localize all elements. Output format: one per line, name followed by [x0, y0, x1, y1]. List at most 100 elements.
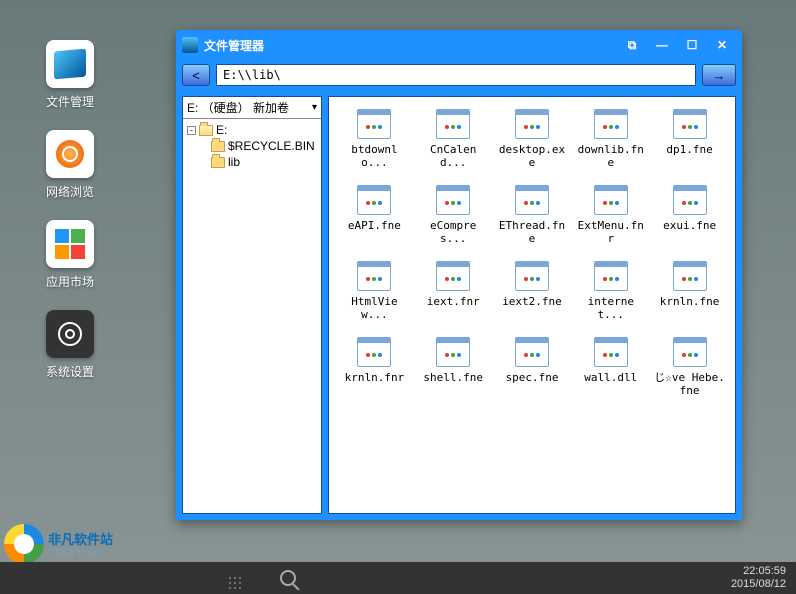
watermark-title: 非凡软件站 [48, 529, 113, 548]
taskbar: 22:05:59 2015/08/12 [0, 562, 796, 594]
tree-node-label: $RECYCLE.BIN [228, 139, 315, 153]
folder-tree-panel: E: （硬盘） 新加卷 ▾ - E: $RECYCLE.BIN lib [182, 96, 322, 514]
dock-item-system-settings[interactable]: 系统设置 [46, 310, 94, 380]
minimize-button[interactable]: — [648, 36, 676, 54]
file-item[interactable]: internet... [573, 261, 648, 331]
folder-tree: - E: $RECYCLE.BIN lib [183, 119, 321, 173]
file-item[interactable]: krnln.fne [652, 261, 727, 331]
file-name-label: shell.fne [423, 371, 483, 384]
file-item[interactable]: btdownlo... [337, 109, 412, 179]
file-icon [594, 109, 628, 139]
browser-icon [56, 140, 84, 168]
file-icon [673, 337, 707, 367]
file-name-label: desktop.exe [496, 143, 568, 169]
file-item[interactable]: exui.fne [652, 185, 727, 255]
file-name-label: btdownlo... [338, 143, 410, 169]
drive-select-label: E: （硬盘） 新加卷 [187, 99, 289, 116]
restore-down-button[interactable]: ⧉ [618, 36, 646, 54]
back-button[interactable]: < [182, 64, 210, 86]
search-icon[interactable] [280, 570, 296, 586]
file-name-label: spec.fne [506, 371, 559, 384]
file-name-label: dp1.fne [666, 143, 712, 156]
go-button[interactable]: → [702, 64, 736, 86]
file-icon [436, 337, 470, 367]
file-item[interactable]: iext2.fne [495, 261, 570, 331]
dock-item-app-market[interactable]: 应用市场 [46, 220, 94, 290]
file-item[interactable]: CnCalend... [416, 109, 491, 179]
file-item[interactable]: eCompres... [416, 185, 491, 255]
folder-icon [211, 157, 225, 168]
file-item[interactable]: ExtMenu.fnr [573, 185, 648, 255]
tree-node-label: lib [228, 155, 240, 169]
dock-label: 网络浏览 [46, 183, 94, 200]
file-name-label: ExtMenu.fnr [575, 219, 647, 245]
file-icon [357, 185, 391, 215]
app-icon [182, 37, 198, 53]
file-icon [515, 337, 549, 367]
clock-date: 2015/08/12 [731, 578, 786, 591]
desktop-dock: 文件管理 网络浏览 应用市场 系统设置 [46, 40, 94, 380]
file-icon [436, 185, 470, 215]
file-icon [515, 261, 549, 291]
tree-root-node[interactable]: - E: [187, 122, 317, 138]
file-icon [436, 261, 470, 291]
taskbar-handle[interactable] [220, 577, 250, 579]
file-icon [357, 109, 391, 139]
file-item[interactable]: dp1.fne [652, 109, 727, 179]
file-item[interactable]: downlib.fne [573, 109, 648, 179]
file-name-label: krnln.fnr [345, 371, 405, 384]
file-item[interactable]: wall.dll [573, 337, 648, 407]
close-button[interactable]: ✕ [708, 36, 736, 54]
file-icon [436, 109, 470, 139]
file-item[interactable]: shell.fne [416, 337, 491, 407]
file-icon [594, 337, 628, 367]
maximize-button[interactable]: ☐ [678, 36, 706, 54]
address-input[interactable]: E:\\lib\ [216, 64, 696, 86]
watermark-sub: CRSKY.com [48, 548, 113, 559]
file-icon [673, 261, 707, 291]
clock-time: 22:05:59 [731, 565, 786, 578]
file-icon [357, 261, 391, 291]
file-grid[interactable]: btdownlo... CnCalend... desktop.exe downlib… [328, 96, 736, 514]
file-item[interactable]: じ☆ve Hebe.fne [652, 337, 727, 407]
file-item[interactable]: krnln.fnr [337, 337, 412, 407]
file-item[interactable]: spec.fne [495, 337, 570, 407]
tree-child-node[interactable]: $RECYCLE.BIN [187, 138, 317, 154]
file-manager-icon [54, 49, 86, 80]
dock-label: 应用市场 [46, 273, 94, 290]
file-icon [673, 185, 707, 215]
file-name-label: じ☆ve Hebe.fne [654, 371, 726, 397]
file-item[interactable]: eAPI.fne [337, 185, 412, 255]
file-name-label: downlib.fne [575, 143, 647, 169]
file-item[interactable]: HtmlView... [337, 261, 412, 331]
crsky-logo-icon [4, 524, 44, 564]
file-name-label: iext.fnr [427, 295, 480, 308]
file-item[interactable]: iext.fnr [416, 261, 491, 331]
app-market-icon [55, 229, 85, 259]
file-icon [594, 185, 628, 215]
tree-child-node[interactable]: lib [187, 154, 317, 170]
dock-item-browser[interactable]: 网络浏览 [46, 130, 94, 200]
dock-label: 系统设置 [46, 363, 94, 380]
dock-label: 文件管理 [46, 93, 94, 110]
drive-select[interactable]: E: （硬盘） 新加卷 ▾ [183, 97, 321, 119]
file-name-label: krnln.fne [660, 295, 720, 308]
file-icon [515, 185, 549, 215]
file-name-label: wall.dll [584, 371, 637, 384]
window-titlebar[interactable]: 文件管理器 ⧉ — ☐ ✕ [176, 30, 742, 60]
file-item[interactable]: EThread.fne [495, 185, 570, 255]
file-icon [594, 261, 628, 291]
file-name-label: EThread.fne [496, 219, 568, 245]
file-icon [357, 337, 391, 367]
file-manager-window: 文件管理器 ⧉ — ☐ ✕ < E:\\lib\ → E: （硬盘） 新加卷 ▾… [176, 30, 742, 520]
file-icon [515, 109, 549, 139]
file-name-label: CnCalend... [417, 143, 489, 169]
taskbar-clock[interactable]: 22:05:59 2015/08/12 [731, 565, 786, 591]
file-item[interactable]: desktop.exe [495, 109, 570, 179]
file-name-label: iext2.fne [502, 295, 562, 308]
address-bar: < E:\\lib\ → [176, 60, 742, 90]
file-name-label: eAPI.fne [348, 219, 401, 232]
folder-open-icon [199, 125, 213, 136]
dock-item-file-manager[interactable]: 文件管理 [46, 40, 94, 110]
tree-toggle[interactable]: - [187, 126, 196, 135]
